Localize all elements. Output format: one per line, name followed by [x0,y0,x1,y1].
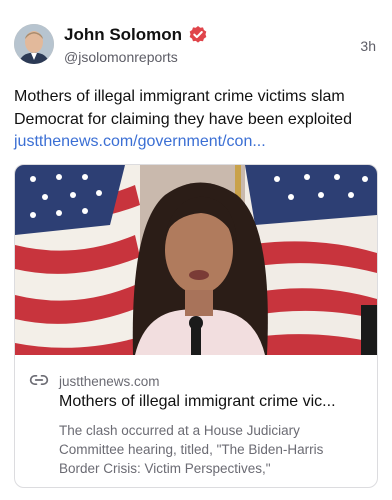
card-description: The clash occurred at a House Judiciary … [59,423,324,476]
author-name-text[interactable]: John Solomon [64,25,182,45]
preview-image [15,165,377,355]
card-title[interactable]: Mothers of illegal immigrant crime vic..… [59,393,371,411]
author-name[interactable]: John Solomon [64,25,208,45]
author-avatar[interactable] [14,24,54,64]
card-domain: justthenews.com [59,374,160,389]
post-link[interactable]: justthenews.com/government/con... [14,133,266,150]
post: John Solomon @jsolomonreports 3h Mothers… [0,0,392,500]
author-handle[interactable]: @jsolomonreports [64,49,178,65]
card-domain-row: justthenews.com [29,370,160,393]
post-text: Mothers of illegal immigrant crime victi… [14,86,380,154]
link-preview-card[interactable]: justthenews.com Mothers of illegal immig… [14,164,378,488]
link-icon [29,370,49,393]
verified-badge-icon [188,25,208,45]
post-body: Mothers of illegal immigrant crime victi… [14,88,352,128]
post-timestamp: 3h [360,38,376,54]
